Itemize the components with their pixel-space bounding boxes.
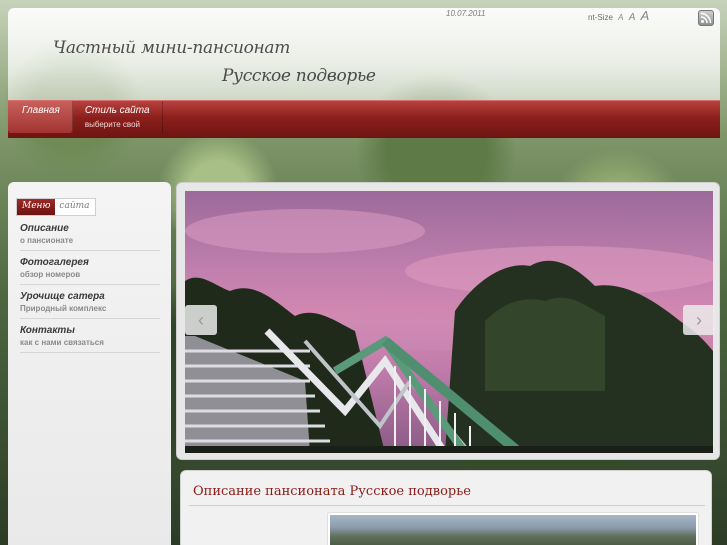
font-size-small-button[interactable]: A — [618, 13, 623, 22]
chevron-left-icon: ‹ — [198, 310, 204, 330]
sidebar-item-desc: о пансионате — [20, 236, 74, 245]
menu-heading: Меню сайта — [16, 198, 96, 216]
rss-icon[interactable] — [698, 10, 714, 26]
nav-item-sublabel: выберите свой — [84, 120, 141, 129]
divider — [189, 505, 705, 506]
current-date: 10.07.2011 — [446, 9, 486, 18]
main-nav: Главная Стиль сайта выберите свой — [8, 100, 720, 138]
font-size-label: nt-Size — [588, 13, 613, 22]
sidebar-menu: Описание о пансионате Фотогалерея обзор … — [20, 222, 160, 358]
font-size-large-button[interactable]: A — [641, 8, 650, 23]
sidebar-item-description[interactable]: Описание о пансионате — [20, 222, 160, 251]
sidebar-item-desc: Природный комплекс — [20, 304, 107, 313]
sidebar: Меню сайта Описание о пансионате Фотогал… — [8, 182, 171, 545]
site-subtitle: Частный мини-пансионат — [53, 38, 291, 58]
nav-item-site-style[interactable]: Стиль сайта выберите свой — [73, 101, 163, 133]
sidebar-item-title: Контакты — [20, 325, 75, 336]
nav-item-home[interactable]: Главная — [8, 101, 73, 133]
content-photo — [328, 513, 698, 545]
nav-item-label: Стиль сайта — [84, 105, 150, 116]
font-size-switcher: nt-Size A A A — [588, 8, 649, 23]
page-title: Описание пансионата Русское подворье — [193, 484, 471, 499]
top-bar: 10.07.2011 nt-Size A A A — [8, 8, 720, 26]
image-slider: ‹ › — [176, 182, 720, 460]
site-title[interactable]: Русское подворье — [222, 66, 376, 86]
sidebar-item-title: Описание — [20, 223, 69, 234]
slide-photo — [185, 191, 713, 453]
menu-heading-word2: сайта — [59, 201, 90, 211]
slide-photo-illustration — [185, 209, 713, 453]
sidebar-item-desc: обзор номеров — [20, 270, 81, 279]
main-content: Описание пансионата Русское подворье — [180, 470, 712, 545]
menu-heading-word1: Меню — [17, 199, 56, 215]
sidebar-item-desc: как с нами связаться — [20, 338, 104, 347]
slider-next-button[interactable]: › — [683, 305, 715, 335]
sidebar-item-title: Урочище сатера — [20, 291, 105, 302]
chevron-right-icon: › — [696, 310, 702, 330]
nav-item-label: Главная — [22, 105, 60, 116]
sidebar-item-title: Фотогалерея — [20, 257, 89, 268]
sidebar-item-contacts[interactable]: Контакты как с нами связаться — [20, 324, 160, 353]
sidebar-item-satera[interactable]: Урочище сатера Природный комплекс — [20, 290, 160, 319]
slider-prev-button[interactable]: ‹ — [185, 305, 217, 335]
sidebar-item-gallery[interactable]: Фотогалерея обзор номеров — [20, 256, 160, 285]
font-size-medium-button[interactable]: A — [629, 12, 636, 23]
